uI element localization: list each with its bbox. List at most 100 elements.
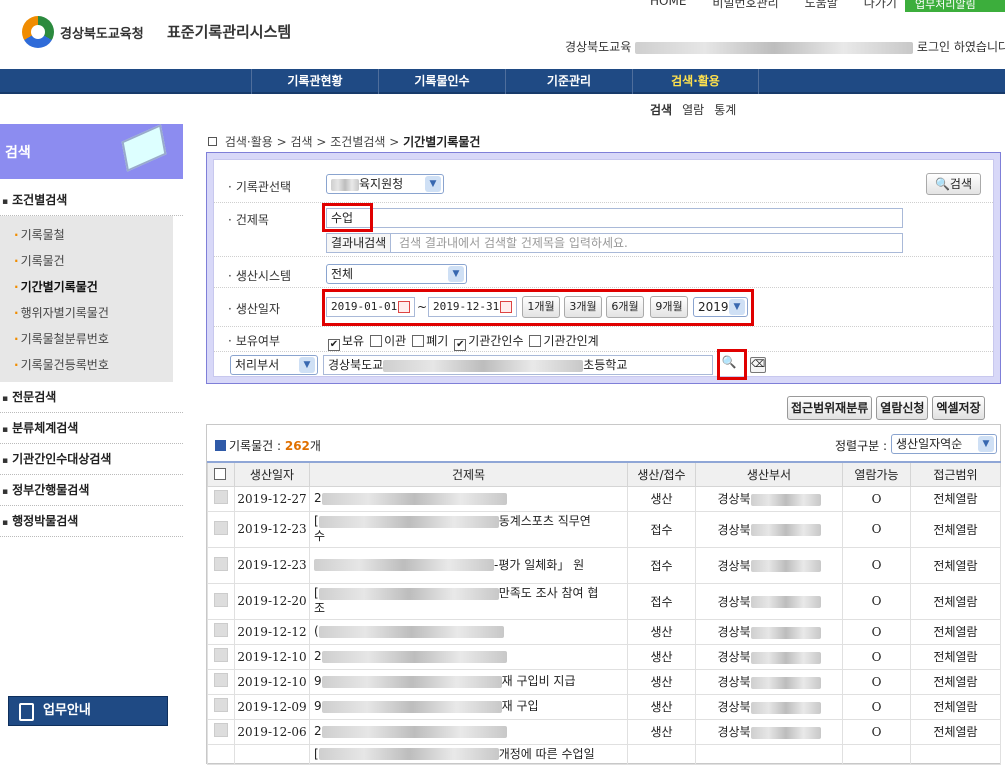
search-button-label: 검색 bbox=[949, 177, 973, 191]
breadcrumb-icon bbox=[208, 137, 217, 146]
top-menu-password[interactable]: 비밀번호관리 bbox=[712, 0, 778, 11]
row-checkbox[interactable] bbox=[207, 743, 235, 765]
subtab-search[interactable]: 검색 bbox=[650, 101, 672, 118]
row-type: 생산 bbox=[627, 485, 696, 512]
search-button[interactable]: 🔍검색 bbox=[926, 173, 981, 195]
col-date[interactable]: 생산일자 bbox=[234, 461, 310, 487]
redacted-title bbox=[321, 725, 507, 738]
dept-input[interactable]: 경상북도교 초등학교 bbox=[323, 355, 713, 375]
row-title[interactable]: 2 bbox=[309, 485, 628, 512]
row-checkbox[interactable] bbox=[207, 510, 235, 548]
reclassify-access-button[interactable]: 접근범위재분류 bbox=[787, 396, 873, 420]
table-row[interactable]: 2019-12-12 (생산 경상북 O 전체열람 bbox=[207, 618, 1001, 645]
row-type: 접수 bbox=[627, 582, 696, 620]
top-menu-exit[interactable]: 나가기 bbox=[864, 0, 897, 11]
results-table: 생산일자 건제목 생산/접수 생산부서 열람가능 접근범위 2019-12-27… bbox=[207, 461, 1001, 765]
select-all-checkbox[interactable] bbox=[207, 461, 235, 487]
excel-export-button[interactable]: 엑셀저장 bbox=[932, 396, 985, 420]
table-row[interactable]: 2019-12-06 2 생산 경상북 O 전체열람 bbox=[207, 718, 1001, 745]
table-row[interactable]: 2019-12-23 -평가 일체화」 원 접수 경상북 O 전체열람 bbox=[207, 546, 1001, 584]
holding-checkbox-inter-intake[interactable]: ✔ 기관간인수 bbox=[454, 332, 523, 351]
table-row[interactable]: 2019-12-09 9 재 구입 생산 경상북 O 전체열람 bbox=[207, 693, 1001, 720]
row-scope: 전체열람 bbox=[910, 582, 1001, 620]
row-checkbox[interactable] bbox=[207, 693, 235, 720]
dept-type-select[interactable]: 처리부서 ▼ bbox=[230, 355, 318, 375]
row-title[interactable]: [개정에 따른 수업일 bbox=[309, 743, 628, 765]
row-scope: 전체열람 bbox=[910, 510, 1001, 548]
col-title[interactable]: 건제목 bbox=[309, 461, 628, 487]
row-title[interactable]: [만족도 조사 참여 협조 bbox=[309, 582, 628, 620]
system-select[interactable]: 전체 ▼ bbox=[326, 264, 467, 284]
gnb-records-intake[interactable]: 기록물인수 bbox=[378, 69, 505, 94]
inbox-button[interactable]: 업무처리알림 bbox=[905, 0, 1005, 12]
sidebar-sub-record-file[interactable]: 기록물철 bbox=[0, 222, 173, 248]
holding-inter-handover-label: 기관간인계 bbox=[543, 334, 599, 348]
sidebar-item-condition-search[interactable]: 조건별검색 bbox=[0, 185, 183, 216]
gnb-search-use[interactable]: 검색·활용 bbox=[632, 69, 759, 94]
col-type[interactable]: 생산/접수 bbox=[627, 461, 696, 487]
title-prefix: [ bbox=[314, 514, 319, 528]
table-row[interactable]: 2019-12-23 [동계스포츠 직무연 수 접수 경상북 O 전체열람 bbox=[207, 510, 1001, 548]
holding-checkbox-transfer[interactable]: 이관 bbox=[370, 332, 406, 351]
table-row[interactable]: [개정에 따른 수업일 bbox=[207, 743, 1001, 765]
sidebar-sub-record-item[interactable]: 기록물건 bbox=[0, 248, 173, 274]
col-dept[interactable]: 생산부서 bbox=[695, 461, 843, 487]
row-title[interactable]: [동계스포츠 직무연 수 bbox=[309, 510, 628, 548]
row-checkbox[interactable] bbox=[207, 618, 235, 645]
sidebar-item-artifact-search[interactable]: 행정박물검색 bbox=[0, 506, 183, 537]
top-menu-home[interactable]: HOME bbox=[650, 0, 686, 11]
dept-prefix: 경상북 bbox=[717, 522, 751, 537]
sidebar-sub-period-record[interactable]: 기간별기록물건 bbox=[0, 274, 173, 300]
subtab-view[interactable]: 열람 bbox=[682, 101, 704, 118]
col-view[interactable]: 열람가능 bbox=[842, 461, 911, 487]
within-search-field[interactable]: 결과내검색 검색 결과내에서 검색할 건제목을 입력하세요. bbox=[326, 233, 903, 253]
sidebar-sub-file-classno[interactable]: 기록물철분류번호 bbox=[0, 326, 173, 352]
holding-row: 보유여부 ✔보유 이관 폐기 ✔기관간인수 기관간인계 bbox=[214, 327, 993, 352]
sidebar-sub-actor-record[interactable]: 행위자별기록물건 bbox=[0, 300, 173, 326]
sidebar-item-fulltext-search[interactable]: 전문검색 bbox=[0, 382, 183, 413]
row-checkbox[interactable] bbox=[207, 718, 235, 745]
row-title[interactable]: 2 bbox=[309, 718, 628, 745]
row-title[interactable]: ( bbox=[309, 618, 628, 645]
gnb-archive-status[interactable]: 기록관현황 bbox=[251, 69, 378, 94]
dept-prefix: 경상북 bbox=[717, 492, 751, 506]
table-row[interactable]: 2019-12-20 [만족도 조사 참여 협 조 접수 경상북 O 전체열람 bbox=[207, 582, 1001, 620]
checkbox-icon bbox=[214, 723, 228, 737]
holding-checkbox-keep[interactable]: ✔ 보유 bbox=[328, 332, 364, 351]
title-prefix: 9 bbox=[314, 699, 322, 713]
subtab-stats[interactable]: 통계 bbox=[714, 101, 736, 118]
row-checkbox[interactable] bbox=[207, 668, 235, 695]
archive-select[interactable]: 육지원청 ▼ bbox=[326, 174, 444, 194]
table-row[interactable]: 2019-12-10 9 재 구입비 지급 생산 경상북 O 전체열람 bbox=[207, 668, 1001, 695]
sidebar-sub-item-regno[interactable]: 기록물건등록번호 bbox=[0, 352, 173, 378]
row-checkbox[interactable] bbox=[207, 485, 235, 512]
row-checkbox[interactable] bbox=[207, 582, 235, 620]
title-row: 건제목 수업 결과내검색 검색 결과내에서 검색할 건제목을 입력하세요. bbox=[214, 203, 993, 257]
title-input[interactable]: 수업 bbox=[326, 208, 903, 228]
holding-checkbox-dispose[interactable]: 폐기 bbox=[412, 332, 448, 351]
sidebar-item-classification-search[interactable]: 분류체계검색 bbox=[0, 413, 183, 444]
sort-select[interactable]: 생산일자역순 ▼ bbox=[891, 434, 997, 454]
row-title[interactable]: 2 bbox=[309, 643, 628, 670]
row-title[interactable]: -평가 일체화」 원 bbox=[309, 546, 628, 584]
col-scope[interactable]: 접근범위 bbox=[910, 461, 1001, 487]
row-title[interactable]: 9 재 구입비 지급 bbox=[309, 668, 628, 695]
work-guide-button[interactable]: 업무안내 bbox=[8, 696, 168, 726]
top-menu-help[interactable]: 도움말 bbox=[805, 0, 838, 11]
org-name: 경상북도교육청 bbox=[60, 27, 144, 42]
eraser-icon[interactable]: ⌫ bbox=[750, 357, 766, 373]
row-title[interactable]: 9 재 구입 bbox=[309, 693, 628, 720]
view-request-button[interactable]: 열람신청 bbox=[876, 396, 929, 420]
redacted-dept bbox=[750, 596, 821, 608]
gnb-standards[interactable]: 기준관리 bbox=[505, 69, 632, 94]
sidebar-submenu: 기록물철 기록물건 기간별기록물건 행위자별기록물건 기록물철분류번호 기록물건… bbox=[0, 216, 173, 382]
row-checkbox[interactable] bbox=[207, 643, 235, 670]
sidebar-item-gov-publication-search[interactable]: 정부간행물검색 bbox=[0, 475, 183, 506]
row-checkbox[interactable] bbox=[207, 546, 235, 584]
sidebar-item-inter-agency-search[interactable]: 기관간인수대상검색 bbox=[0, 444, 183, 475]
table-row[interactable]: 2019-12-27 2 생산 경상북 O 전체열람 bbox=[207, 485, 1001, 512]
title-prefix: 2 bbox=[314, 649, 322, 663]
holding-checkbox-inter-handover[interactable]: 기관간인계 bbox=[529, 332, 599, 351]
table-row[interactable]: 2019-12-10 2 생산 경상북 O 전체열람 bbox=[207, 643, 1001, 670]
row-date: 2019-12-12 bbox=[234, 618, 310, 645]
